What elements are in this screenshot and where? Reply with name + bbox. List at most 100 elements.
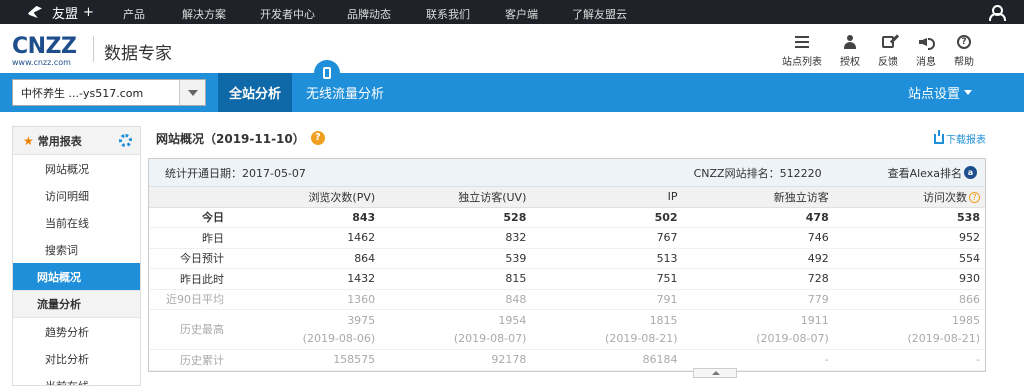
site-list-button[interactable]: 站点列表 [782, 34, 822, 68]
site-settings-label: 站点设置 [908, 83, 960, 102]
col-header-uv: 独立访客(UV) [380, 187, 531, 207]
brand-name: 友盟 [52, 3, 78, 22]
cell-visits-date: (2019-08-21) [834, 330, 980, 348]
sidebar-item-overview[interactable]: 网站概况 [13, 155, 140, 182]
cell-new-date: (2019-08-07) [683, 330, 829, 348]
star-icon: ★ [23, 134, 34, 148]
tab-site-analysis[interactable]: 全站分析 [218, 73, 292, 112]
sidebar-header-label: 常用报表 [38, 133, 82, 149]
cnzz-logo[interactable]: CNZZ www.cnzz.com [12, 36, 76, 67]
chevron-down-icon[interactable] [179, 80, 205, 105]
nav-brand-news[interactable]: 品牌动态 [347, 6, 391, 22]
messages-label: 消息 [916, 53, 936, 68]
cell-uv-date: (2019-08-07) [380, 330, 526, 348]
sidebar-section-traffic[interactable]: 流量分析 [13, 290, 140, 318]
feedback-label: 反馈 [878, 53, 898, 68]
nav-products[interactable]: 产品 [123, 6, 145, 22]
nav-client[interactable]: 客户端 [505, 6, 538, 22]
table-row-record: 历史最高 3975(2019-08-06) 1954(2019-08-07) 1… [149, 310, 985, 350]
sidebar-item-online-2[interactable]: 当前在线 [13, 372, 140, 386]
table-header-row: 浏览次数(PV) 独立访客(UV) IP 新独立访客 访问次数? [149, 187, 985, 207]
product-title: 数据专家 [104, 39, 172, 64]
cell-pv: 864 [229, 248, 380, 269]
cell-uv: 539 [380, 248, 531, 269]
cell-uv: 1954(2019-08-07) [380, 310, 531, 350]
cell-visits: 952 [834, 228, 985, 249]
cell-new: 492 [683, 248, 834, 269]
cell-uv: 848 [380, 289, 531, 310]
overview-table: 浏览次数(PV) 独立访客(UV) IP 新独立访客 访问次数? 今日 843 … [149, 187, 985, 371]
person-icon [844, 35, 856, 49]
col-header-ip: IP [531, 187, 682, 207]
cell-uv-value: 1954 [380, 312, 526, 330]
cell-pv: 158575 [229, 350, 380, 371]
gear-icon[interactable] [119, 134, 132, 147]
content-title-row: 网站概况（2019-11-10） ? 下载报表 [148, 126, 986, 150]
authorize-button[interactable]: 授权 [840, 34, 860, 68]
cell-new: 779 [683, 289, 834, 310]
header-divider [93, 36, 94, 62]
speaker-icon [919, 36, 933, 48]
row-label: 近90日平均 [149, 289, 229, 310]
sidebar-item-site-overview[interactable]: 网站概况 [13, 263, 140, 290]
panel-info-bar: 统计开通日期：2017-05-07 CNZZ网站排名：512220 查看Alex… [149, 159, 985, 187]
question-icon[interactable]: ? [311, 131, 325, 145]
col-header-visits-label: 访问次数 [923, 191, 967, 204]
header-tools: 站点列表 授权 反馈 消息 ? 帮助 [764, 34, 974, 68]
col-header-new-visitors: 新独立访客 [683, 187, 834, 207]
tab-wireless-analysis[interactable]: 无线流量分析 [306, 73, 384, 112]
overview-panel: 统计开通日期：2017-05-07 CNZZ网站排名：512220 查看Alex… [148, 158, 986, 372]
row-label: 历史最高 [149, 310, 229, 350]
feedback-button[interactable]: 反馈 [878, 34, 898, 68]
collapse-toggle[interactable] [693, 368, 737, 378]
sidebar-item-online[interactable]: 当前在线 [13, 209, 140, 236]
stat-start-date: 统计开通日期：2017-05-07 [165, 165, 694, 181]
nav-contact[interactable]: 联系我们 [426, 6, 470, 22]
nav-solutions[interactable]: 解决方案 [182, 6, 226, 22]
help-label: 帮助 [954, 53, 974, 68]
caret-down-icon [964, 90, 972, 95]
site-select[interactable]: 中怀养生 ...-ys517.com [12, 79, 206, 106]
cell-ip: 751 [531, 269, 682, 290]
header: CNZZ www.cnzz.com 数据专家 站点列表 授权 反馈 消息 ? 帮… [0, 24, 1024, 73]
cell-ip: 791 [531, 289, 682, 310]
nav-developer[interactable]: 开发者中心 [260, 6, 315, 22]
download-icon [934, 134, 944, 144]
cell-uv: 815 [380, 269, 531, 290]
cell-new: 1911(2019-08-07) [683, 310, 834, 350]
help-button[interactable]: ? 帮助 [954, 34, 974, 68]
page-title: 网站概况（2019-11-10） [156, 130, 305, 147]
cell-visits: 930 [834, 269, 985, 290]
cnzz-logo-text: CNZZ [12, 36, 76, 58]
table-row-total: 历史累计 158575 92178 86184 - - [149, 350, 985, 371]
nav-umeng-cloud[interactable]: 了解友盟云 [572, 6, 627, 22]
content: 网站概况（2019-11-10） ? 下载报表 统计开通日期：2017-05-0… [148, 126, 986, 372]
row-label: 今日 [149, 207, 229, 228]
cnzz-logo-url: www.cnzz.com [12, 59, 76, 67]
cell-ip: 86184 [531, 350, 682, 371]
row-label: 昨日此时 [149, 269, 229, 290]
question-icon[interactable]: ? [969, 192, 980, 203]
user-icon[interactable] [989, 5, 1002, 19]
umeng-brand[interactable]: 友盟 + [0, 3, 110, 22]
authorize-label: 授权 [840, 53, 860, 68]
site-settings-menu[interactable]: 站点设置 [908, 73, 972, 112]
table-row: 昨日此时 1432 815 751 728 930 [149, 269, 985, 290]
download-report-link[interactable]: 下载报表 [934, 131, 986, 146]
messages-button[interactable]: 消息 [916, 34, 936, 68]
cell-visits: 866 [834, 289, 985, 310]
sidebar-item-visit-detail[interactable]: 访问明细 [13, 182, 140, 209]
cell-uv: 92178 [380, 350, 531, 371]
cell-ip: 502 [531, 207, 682, 228]
col-header-pv: 浏览次数(PV) [229, 187, 380, 207]
row-label: 今日预计 [149, 248, 229, 269]
cell-ip-value: 1815 [531, 312, 677, 330]
sidebar-item-compare[interactable]: 对比分析 [13, 345, 140, 372]
sidebar-item-search-words[interactable]: 搜索词 [13, 236, 140, 263]
brand-plus: + [83, 5, 94, 20]
alexa-rank-link[interactable]: 查看Alexa排名 a [888, 165, 977, 181]
table-row: 今日预计 864 539 513 492 554 [149, 248, 985, 269]
sidebar-item-trend[interactable]: 趋势分析 [13, 318, 140, 345]
cell-pv: 3975(2019-08-06) [229, 310, 380, 350]
cell-pv: 1432 [229, 269, 380, 290]
